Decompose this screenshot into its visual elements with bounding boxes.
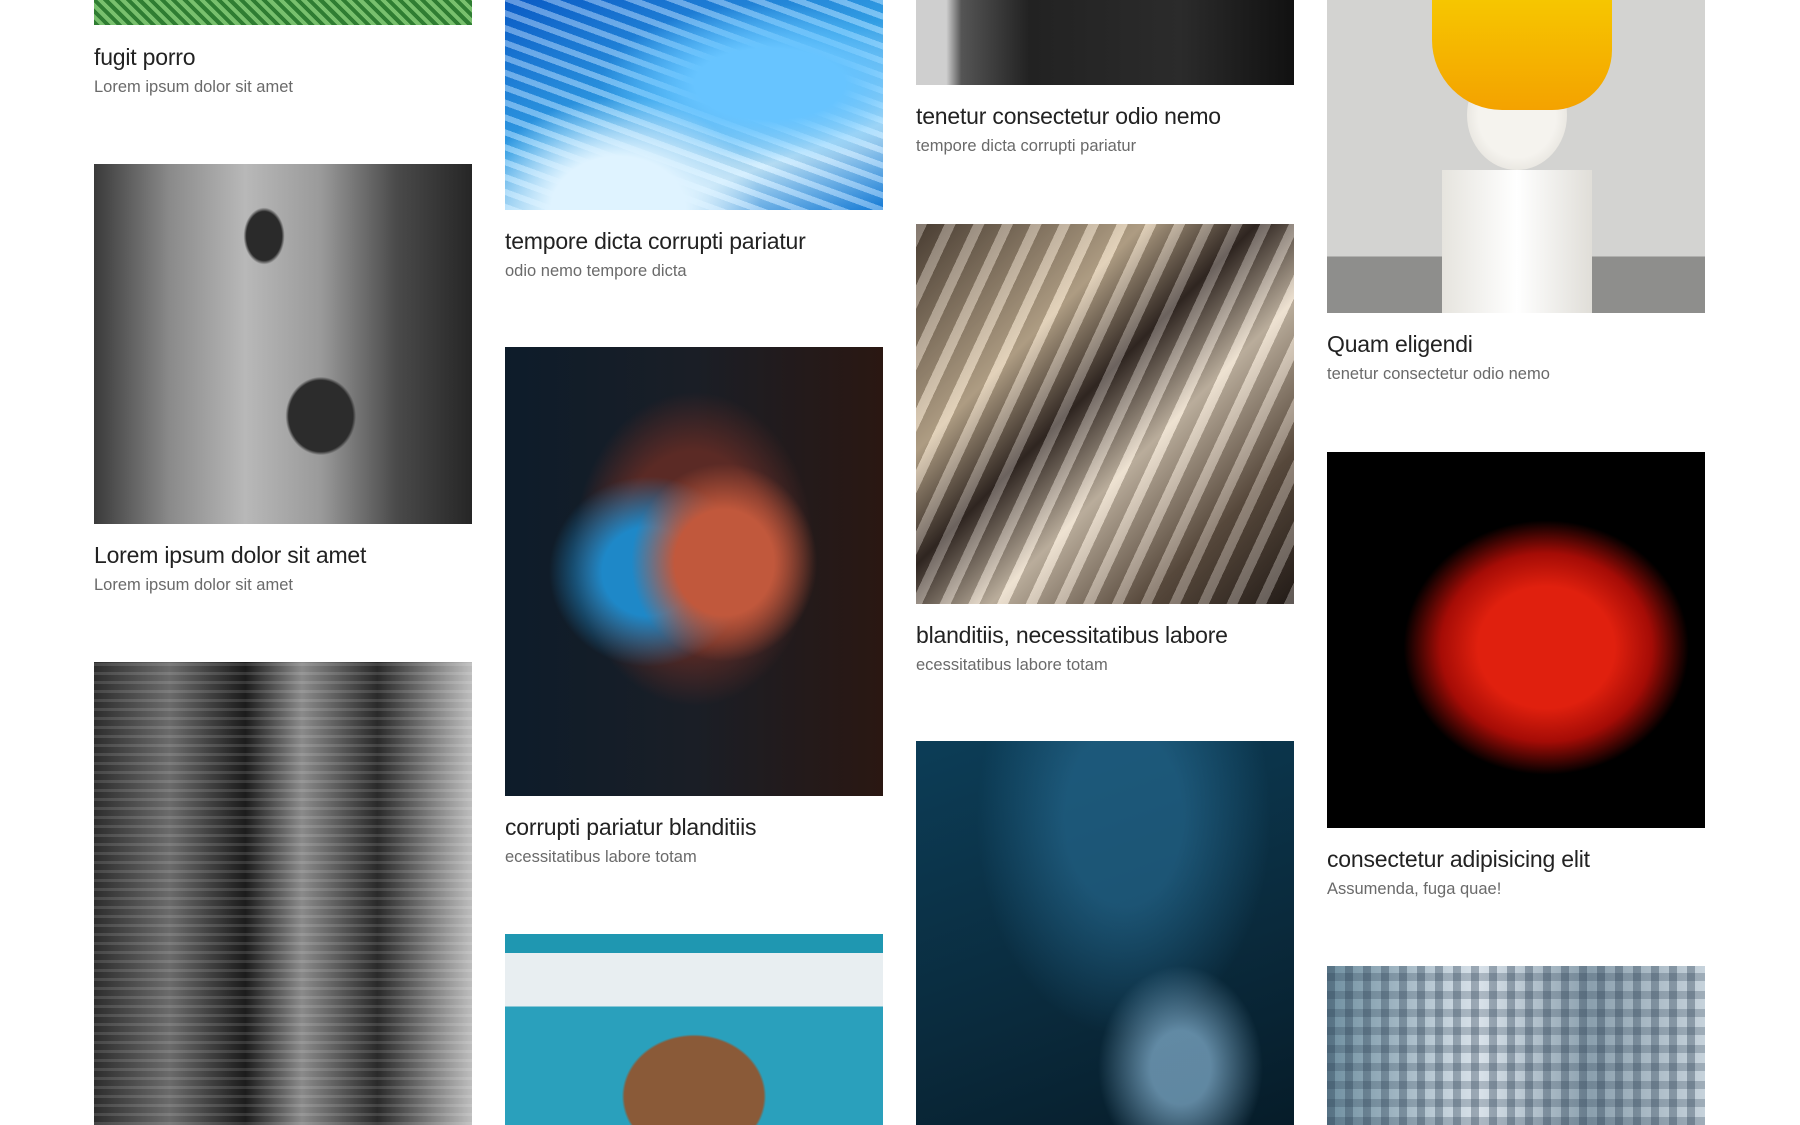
card-image[interactable] (916, 741, 1294, 1125)
card-title[interactable]: corrupti pariatur blanditiis (505, 814, 757, 841)
card-title[interactable]: tempore dicta corrupti pariatur (505, 228, 806, 255)
statue-pedestal (1442, 170, 1592, 313)
card-title[interactable]: tenetur consectetur odio nemo (916, 103, 1221, 130)
card-subtitle: Lorem ipsum dolor sit amet (94, 576, 293, 594)
yellow-bag (1432, 0, 1612, 110)
card-title[interactable]: fugit porro (94, 44, 196, 71)
card-image[interactable] (94, 164, 472, 524)
card-title[interactable]: Quam eligendi (1327, 331, 1473, 358)
card-image[interactable] (505, 934, 883, 1125)
card-image[interactable] (916, 0, 1294, 85)
card-image[interactable] (505, 347, 883, 796)
card-title[interactable]: consectetur adipisicing elit (1327, 846, 1590, 873)
card-image[interactable] (1327, 0, 1705, 313)
card-image[interactable] (94, 662, 472, 1125)
card-image[interactable] (505, 0, 883, 210)
card-subtitle: odio nemo tempore dicta (505, 262, 687, 280)
card-subtitle: ecessitatibus labore totam (916, 656, 1108, 674)
card-image[interactable] (1327, 452, 1705, 828)
card-title[interactable]: blanditiis, necessitatibus labore (916, 622, 1228, 649)
card-title[interactable]: Lorem ipsum dolor sit amet (94, 542, 366, 569)
card-subtitle: ecessitatibus labore totam (505, 848, 697, 866)
card-subtitle: Assumenda, fuga quae! (1327, 880, 1502, 898)
card-image[interactable] (1327, 966, 1705, 1125)
card-image[interactable] (916, 224, 1294, 604)
card-image[interactable] (94, 0, 472, 25)
card-subtitle: tenetur consectetur odio nemo (1327, 365, 1550, 383)
card-subtitle: Lorem ipsum dolor sit amet (94, 78, 293, 96)
card-subtitle: tempore dicta corrupti pariatur (916, 137, 1137, 155)
